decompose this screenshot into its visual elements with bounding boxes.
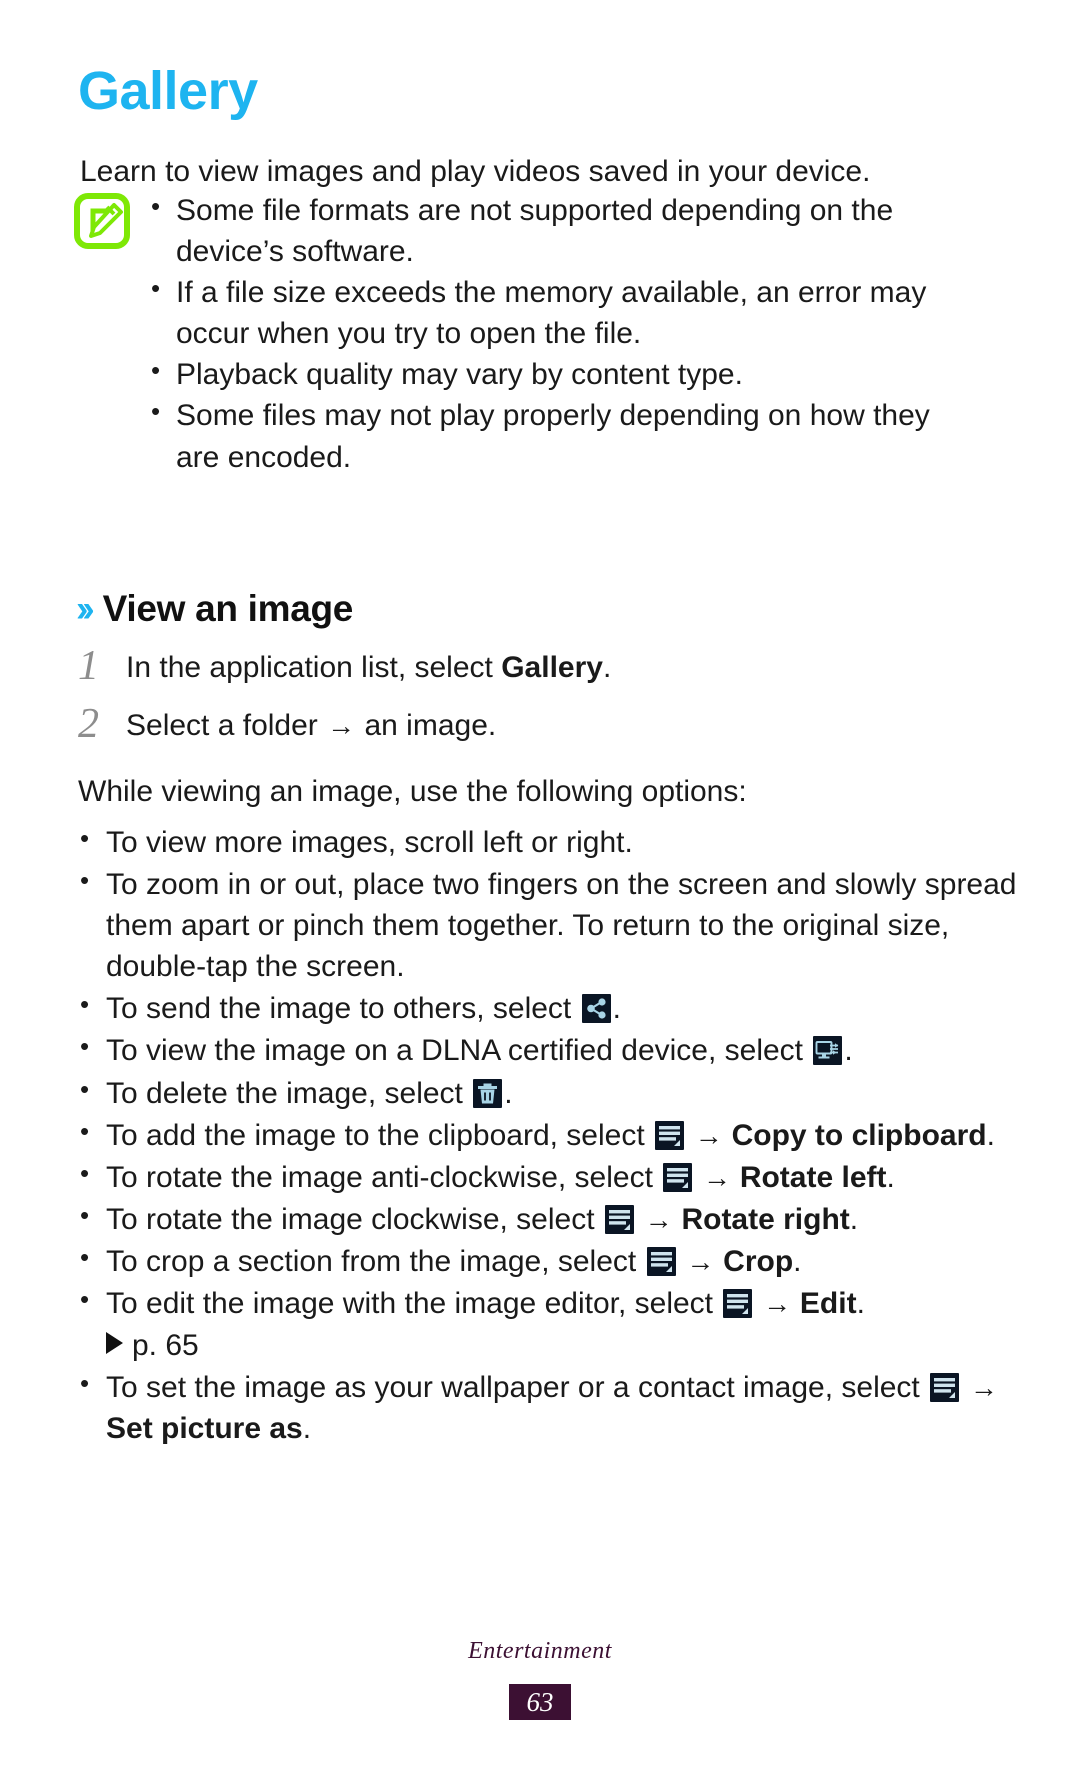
note-pencil-icon: [74, 193, 130, 249]
option-text: To view more images, scroll left or righ…: [106, 826, 633, 859]
menu-icon: [663, 1162, 693, 1192]
list-item: Some files may not play properly dependi…: [148, 394, 978, 477]
cross-reference: p. 65: [78, 1325, 1018, 1366]
step-number: 2: [78, 701, 99, 747]
step-text-tail: an image.: [356, 709, 497, 742]
list-item: To zoom in or out, place two fingers on …: [78, 863, 1018, 987]
step-text: Select a folder: [126, 709, 327, 742]
step-number: 1: [78, 643, 99, 689]
options-list: To view more images, scroll left or righ…: [78, 821, 1018, 1450]
arrow-glyph: →: [962, 1372, 998, 1404]
option-text: To zoom in or out, place two fingers on …: [106, 868, 1017, 984]
step-item: 2 Select a folder → an image.: [76, 701, 1006, 758]
list-item: Playback quality may vary by content typ…: [148, 353, 978, 395]
option-text-tail: .: [504, 1076, 513, 1110]
section-heading: ›› View an image: [76, 588, 353, 630]
option-text: To edit the image with the image editor,…: [106, 1287, 722, 1321]
option-text-tail: .: [612, 992, 621, 1026]
menu-icon: [646, 1246, 676, 1276]
option-text-tail: .: [886, 1160, 895, 1194]
arrow-glyph: →: [636, 1203, 681, 1235]
step-text-tail: .: [602, 651, 612, 684]
share-icon: [581, 994, 611, 1024]
manual-page: Gallery Learn to view images and play vi…: [0, 0, 1080, 1771]
list-item: To add the image to the clipboard, selec…: [78, 1114, 1018, 1156]
arrow-glyph: →: [327, 710, 356, 741]
section-heading-label: View an image: [102, 588, 354, 629]
list-item: To view more images, scroll left or righ…: [78, 821, 1018, 863]
step-item: 1 In the application list, select Gallery…: [76, 643, 1006, 700]
arrow-glyph: →: [695, 1161, 739, 1193]
option-text: To view the image on a DLNA certified de…: [106, 1034, 812, 1068]
option-bold-term: Edit: [799, 1287, 857, 1321]
option-text: To rotate the image clockwise, select: [106, 1202, 603, 1236]
option-text-tail: .: [986, 1118, 995, 1152]
option-text-tail: .: [856, 1287, 865, 1321]
play-triangle-icon: [106, 1332, 123, 1355]
page-title: Gallery: [78, 61, 258, 121]
list-item: To edit the image with the image editor,…: [78, 1282, 1018, 1324]
arrow-glyph: →: [678, 1245, 723, 1277]
step-list: 1 In the application list, select Gallery…: [76, 643, 1006, 764]
intro-paragraph: Learn to view images and play videos sav…: [80, 155, 871, 188]
option-text-tail: .: [302, 1412, 312, 1446]
arrow-glyph: →: [687, 1119, 731, 1151]
list-item: To delete the image, select .: [78, 1072, 1018, 1114]
option-text: To rotate the image anti-clockwise, sele…: [106, 1160, 662, 1194]
step-bold-term: Gallery: [501, 651, 603, 684]
list-item: To crop a section from the image, select…: [78, 1240, 1018, 1282]
option-text-tail: .: [793, 1244, 802, 1278]
option-bold-term: Rotate right: [681, 1202, 850, 1236]
list-item: To rotate the image clockwise, select → …: [78, 1198, 1018, 1240]
option-text: To send the image to others, select: [106, 992, 580, 1026]
list-item: Some file formats are not supported depe…: [148, 189, 978, 272]
trash-icon: [473, 1078, 503, 1108]
arrow-glyph: →: [755, 1288, 799, 1320]
options-intro: While viewing an image, use the followin…: [78, 775, 747, 808]
option-bold-term: Set picture as: [106, 1412, 303, 1446]
option-text: To add the image to the clipboard, selec…: [106, 1118, 654, 1152]
option-text-tail: .: [849, 1202, 859, 1236]
option-text: To crop a section from the image, select: [106, 1244, 645, 1278]
option-text: To delete the image, select: [106, 1076, 472, 1110]
dlna-screen-icon: [813, 1036, 843, 1066]
cross-reference-label: p. 65: [132, 1329, 199, 1363]
page-number: 63: [509, 1684, 571, 1720]
list-item: To set the image as your wallpaper or a …: [78, 1366, 1018, 1449]
menu-icon: [930, 1373, 960, 1403]
list-item: To send the image to others, select .: [78, 987, 1018, 1029]
list-item: If a file size exceeds the memory availa…: [148, 271, 978, 354]
list-item: To rotate the image anti-clockwise, sele…: [78, 1156, 1018, 1198]
option-bold-term: Crop: [723, 1244, 794, 1278]
option-bold-term: Copy to clipboard: [731, 1118, 987, 1152]
option-text-tail: .: [844, 1034, 853, 1068]
option-text: To set the image as your wallpaper or a …: [106, 1371, 929, 1405]
option-bold-term: Rotate left: [739, 1160, 887, 1194]
list-item: To view the image on a DLNA certified de…: [78, 1029, 1018, 1071]
chevron-right-icon: ››: [76, 588, 94, 629]
note-list: Some file formats are not supported depe…: [148, 189, 978, 478]
menu-icon: [604, 1204, 634, 1234]
footer-section-label: Entertainment: [468, 1638, 612, 1664]
menu-icon: [723, 1289, 753, 1319]
menu-icon: [655, 1120, 685, 1150]
step-text: In the application list, select: [126, 651, 502, 684]
